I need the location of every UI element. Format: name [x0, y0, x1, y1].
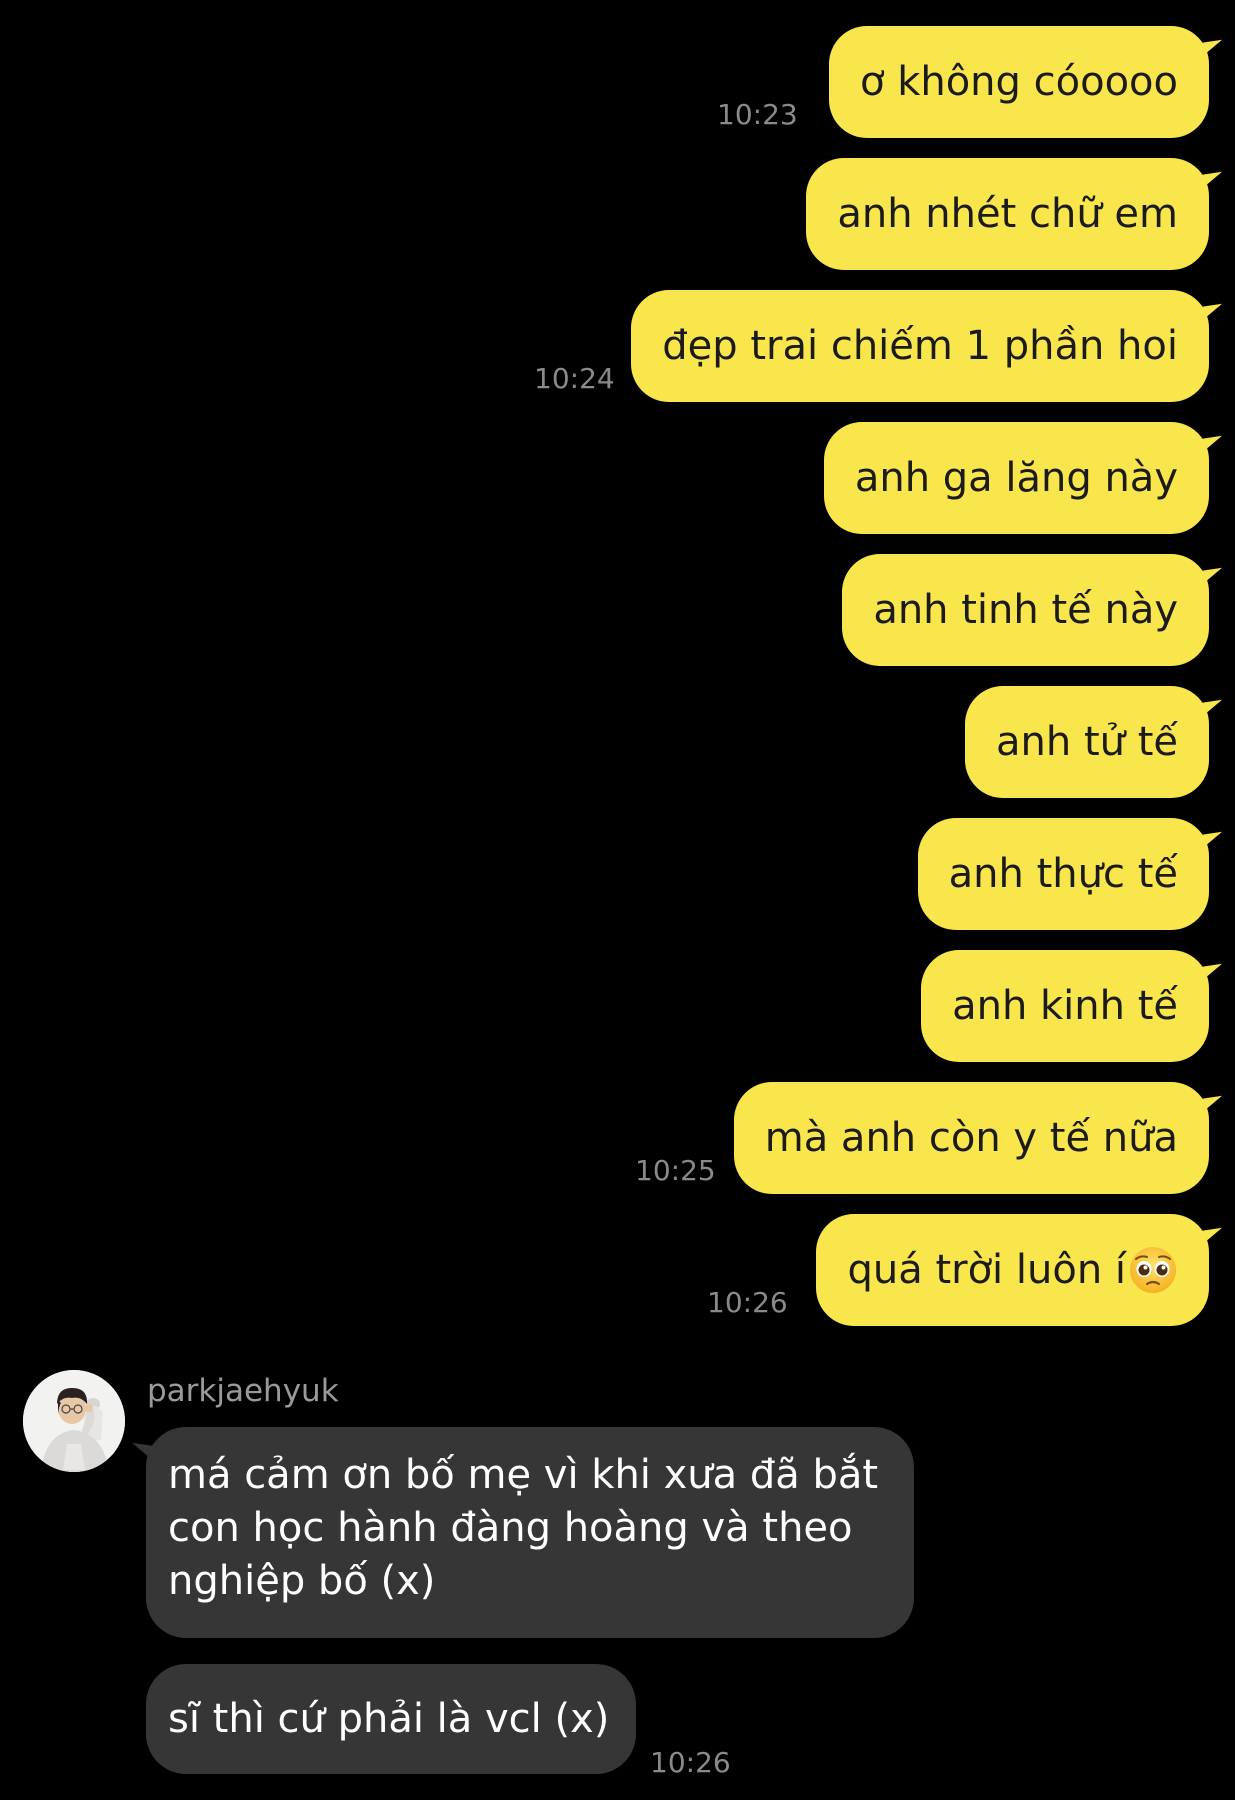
sent-message-bubble[interactable]: anh kinh tế — [921, 950, 1209, 1062]
message-text: mà anh còn y tế nữa — [764, 1115, 1178, 1161]
message-text: anh thực tế — [948, 851, 1178, 897]
message-text: quá trời luôn í — [847, 1247, 1126, 1293]
sent-message-bubble[interactable]: đẹp trai chiếm 1 phần hoi — [631, 290, 1209, 402]
message-text: ơ không cóoooo — [860, 59, 1178, 105]
sent-message-bubble[interactable]: anh nhét chữ em — [806, 158, 1209, 270]
message-text: má cảm ơn bố mẹ vì khi xưa đã bắt con họ… — [168, 1452, 879, 1604]
message-text: anh nhét chữ em — [837, 191, 1178, 237]
message-text: sĩ thì cứ phải là vcl (x) — [168, 1696, 610, 1742]
pleading-face-emoji-icon — [1130, 1247, 1176, 1293]
sent-message-bubble[interactable]: mà anh còn y tế nữa — [733, 1082, 1209, 1194]
message-text: anh kinh tế — [952, 983, 1178, 1029]
profile-photo-avatar-icon — [23, 1370, 125, 1472]
sent-message-bubble[interactable]: anh ga lăng này — [823, 422, 1209, 534]
sent-message-bubble[interactable]: anh tinh tế này — [842, 554, 1209, 666]
message-text: anh ga lăng này — [854, 455, 1178, 501]
message-text: anh tử tế — [996, 719, 1178, 765]
sent-message-bubble[interactable]: anh thực tế — [917, 818, 1209, 930]
message-text: đẹp trai chiếm 1 phần hoi — [662, 323, 1178, 369]
message-timestamp: 10:24 — [534, 362, 615, 395]
sent-message-bubble[interactable]: quá trời luôn í — [816, 1214, 1209, 1326]
message-timestamp: 10:23 — [717, 98, 798, 131]
sent-message-bubble[interactable]: anh tử tế — [965, 686, 1209, 798]
received-message-bubble[interactable]: má cảm ơn bố mẹ vì khi xưa đã bắt con họ… — [146, 1427, 914, 1638]
message-text: anh tinh tế này — [873, 587, 1178, 633]
sender-avatar[interactable] — [23, 1370, 125, 1472]
sender-name: parkjaehyuk — [147, 1373, 339, 1409]
received-message-bubble[interactable]: sĩ thì cứ phải là vcl (x) — [146, 1664, 637, 1774]
message-timestamp: 10:25 — [635, 1154, 716, 1187]
message-timestamp: 10:26 — [707, 1286, 788, 1319]
sent-message-bubble[interactable]: ơ không cóoooo — [829, 26, 1209, 138]
message-timestamp: 10:26 — [650, 1746, 731, 1779]
